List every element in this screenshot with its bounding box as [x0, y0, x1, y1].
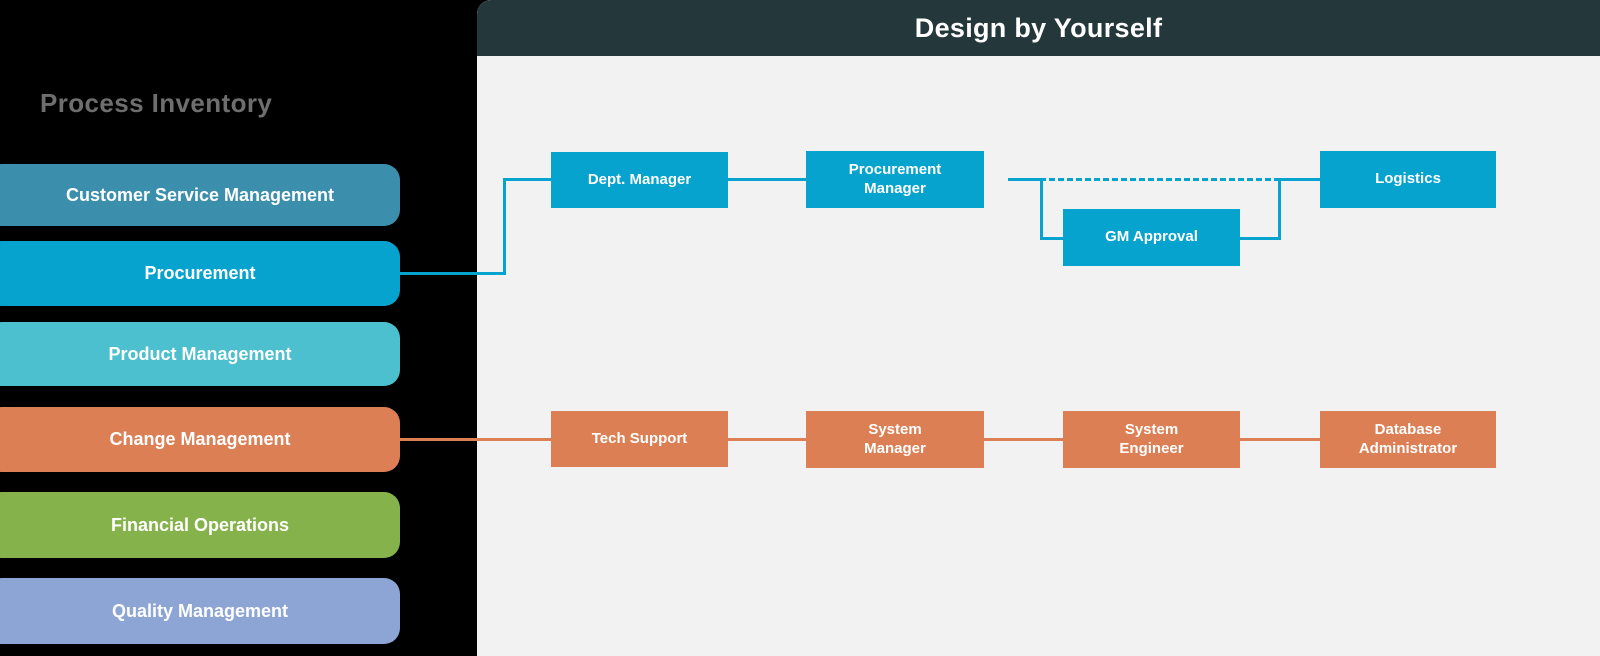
sidebar-item-procurement[interactable]: Procurement — [0, 241, 400, 306]
flow-node-procurement-manager[interactable]: Procurement Manager — [806, 151, 984, 208]
connector-tech-support-to-system-manager — [727, 438, 808, 441]
sidebar-item-quality-management[interactable]: Quality Management — [0, 578, 400, 644]
canvas-header: Design by Yourself — [477, 0, 1600, 56]
flow-node-gm-approval[interactable]: GM Approval — [1063, 209, 1240, 266]
diagram-root: Process Inventory Customer Service Manag… — [0, 0, 1600, 656]
process-inventory-title: Process Inventory — [40, 88, 273, 118]
flow-node-label: Procurement Manager — [848, 160, 942, 197]
flow-node-label: Dept. Manager — [587, 170, 692, 188]
flow-node-tech-support[interactable]: Tech Support — [551, 411, 728, 467]
connector-procurement-to-canvas — [400, 272, 506, 275]
design-canvas: Design by Yourself — [477, 0, 1600, 656]
sidebar-item-label: Quality Management — [111, 600, 289, 621]
flow-node-logistics[interactable]: Logistics — [1320, 151, 1496, 208]
connector-change-management-to-tech-support — [400, 438, 563, 441]
connector-procurement-manager-stub — [1008, 178, 1042, 181]
connector-riser-procurement — [503, 178, 506, 275]
connector-downleg-to-gm-approval — [1040, 178, 1043, 240]
sidebar-item-product-management[interactable]: Product Management — [0, 322, 400, 386]
sidebar-item-label: Customer Service Management — [65, 184, 335, 205]
connector-upleg-from-gm-approval — [1278, 178, 1281, 240]
flow-node-database-administrator[interactable]: Database Administrator — [1320, 411, 1496, 468]
flow-node-label: System Manager — [864, 420, 926, 457]
sidebar-item-financial-operations[interactable]: Financial Operations — [0, 492, 400, 558]
flow-node-system-engineer[interactable]: System Engineer — [1063, 411, 1240, 468]
flow-node-system-manager[interactable]: System Manager — [806, 411, 984, 468]
canvas-title: Design by Yourself — [914, 12, 1163, 43]
flow-node-dept-manager[interactable]: Dept. Manager — [551, 152, 728, 208]
flow-node-label: GM Approval — [1105, 228, 1198, 246]
flow-node-label: Logistics — [1375, 170, 1441, 188]
connector-dashed-bypass-to-logistics — [1040, 178, 1280, 181]
sidebar-item-change-management[interactable]: Change Management — [0, 407, 400, 472]
flow-node-label: Tech Support — [591, 429, 688, 447]
sidebar-item-label: Financial Operations — [110, 514, 290, 535]
flow-node-label: Database Administrator — [1358, 420, 1458, 457]
process-inventory-panel: Process Inventory Customer Service Manag… — [0, 0, 477, 656]
sidebar-item-customer-service-management[interactable]: Customer Service Management — [0, 164, 400, 226]
connector-gm-approval-outlet — [1238, 237, 1281, 240]
sidebar-item-label: Change Management — [109, 429, 291, 449]
connector-dept-manager-to-procurement-manager — [727, 178, 808, 181]
connector-system-manager-to-system-engineer — [983, 438, 1066, 441]
flow-node-label: System Engineer — [1119, 420, 1184, 457]
sidebar-item-label: Product Management — [108, 343, 292, 364]
sidebar-item-label: Procurement — [144, 263, 256, 283]
